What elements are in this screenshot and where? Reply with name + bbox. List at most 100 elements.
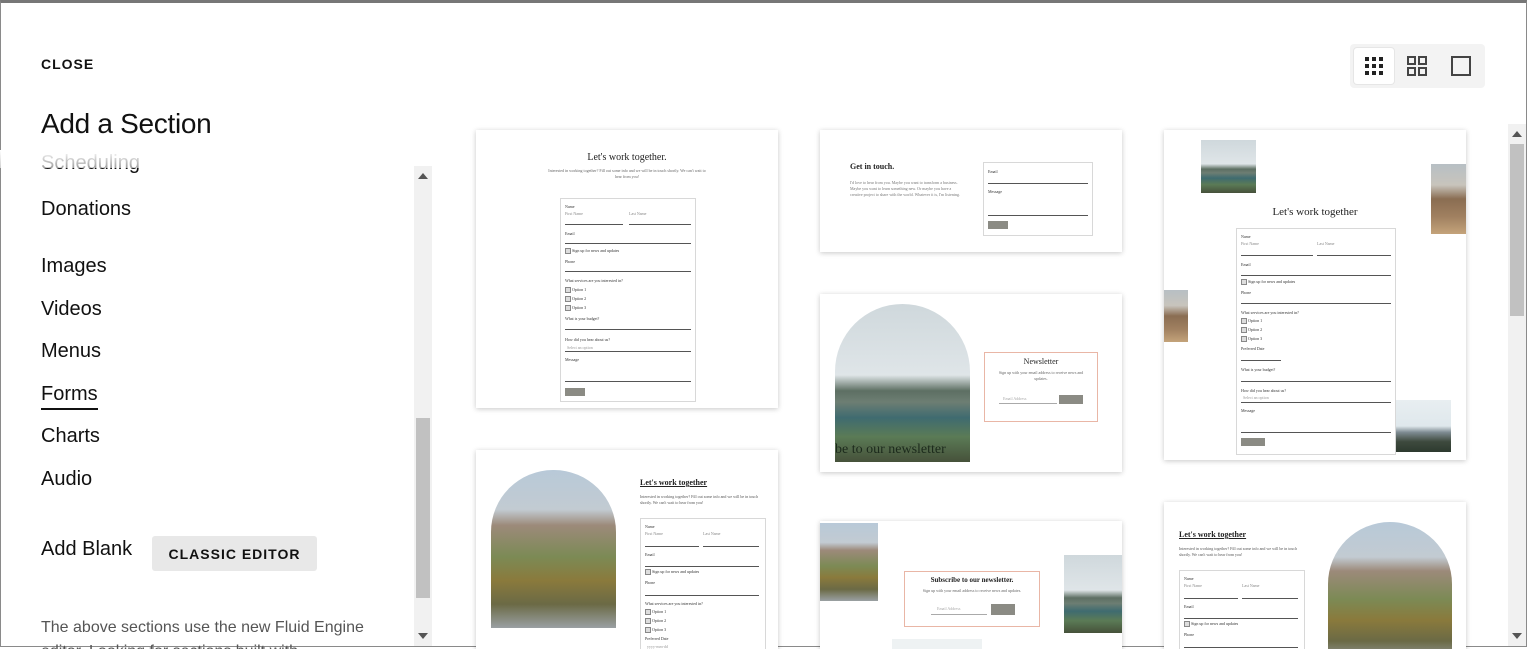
checkbox[interactable] (645, 618, 651, 624)
scroll-down-arrow-icon[interactable] (418, 633, 428, 639)
template-card[interactable]: Let's work together. Interested in worki… (476, 130, 778, 408)
category-images[interactable]: Images (41, 255, 107, 278)
left-scrollbar[interactable] (414, 166, 432, 646)
select-line[interactable] (565, 351, 691, 352)
scrollbar-thumb[interactable] (1510, 144, 1524, 316)
input-line[interactable] (565, 271, 691, 272)
signup-button[interactable] (1059, 395, 1083, 404)
checkbox[interactable] (1241, 327, 1247, 333)
template-card[interactable]: be to our newsletter Newsletter Sign up … (820, 294, 1122, 472)
submit-button[interactable] (1241, 438, 1265, 446)
input-line[interactable] (1184, 598, 1238, 599)
input-line[interactable] (645, 566, 759, 567)
checkbox[interactable] (565, 287, 571, 293)
fence-photo (1431, 164, 1466, 234)
email-input-line[interactable] (931, 614, 987, 615)
classic-editor-button[interactable]: CLASSIC EDITOR (152, 536, 317, 571)
template-card[interactable]: Get in touch. I'd love to hear from you.… (820, 130, 1122, 252)
category-charts[interactable]: Charts (41, 425, 100, 448)
checkbox[interactable] (645, 609, 651, 615)
medium-grid-view-button[interactable] (1397, 48, 1437, 84)
input-line[interactable] (565, 224, 623, 225)
input-line[interactable] (1241, 275, 1391, 276)
input-line[interactable] (988, 183, 1088, 184)
add-blank-button[interactable]: Add Blank (41, 538, 132, 561)
select-line[interactable] (1241, 402, 1391, 403)
form-label: How did you hear about us? (1241, 388, 1286, 393)
input-line[interactable] (565, 381, 691, 382)
category-menus[interactable]: Menus (41, 340, 101, 363)
form-sublabel: First Name (1241, 241, 1259, 246)
form-sublabel: First Name (1184, 583, 1202, 588)
scroll-up-arrow-icon[interactable] (418, 173, 428, 179)
input-line[interactable] (645, 595, 759, 596)
snow-mountain-photo (1396, 400, 1451, 452)
form-box: Name First Name Last Name Email Sign up … (560, 198, 696, 402)
submit-button[interactable] (565, 388, 585, 396)
input-line[interactable] (1242, 598, 1298, 599)
input-line[interactable] (1317, 255, 1391, 256)
form-box: Name First Name Last Name Email Sign up … (1236, 228, 1396, 455)
template-card[interactable]: Subscribe to our newsletter. Sign up wit… (820, 521, 1122, 649)
form-label: Preferred Date (1241, 346, 1265, 351)
template-card[interactable]: Let's work together Interested in workin… (476, 450, 778, 649)
submit-button[interactable] (988, 221, 1008, 229)
fence-photo (1164, 290, 1188, 342)
input-line[interactable] (1241, 432, 1391, 433)
input-line[interactable] (565, 329, 691, 330)
input-line[interactable] (645, 546, 699, 547)
input-line[interactable] (1241, 303, 1391, 304)
checkbox[interactable] (1241, 279, 1247, 285)
date-input-line[interactable] (1241, 360, 1281, 361)
select-placeholder: Select an option (567, 345, 593, 350)
category-audio[interactable]: Audio (41, 468, 92, 491)
form-box: Email Message (983, 162, 1093, 236)
form-label: What is your budget? (1241, 367, 1276, 372)
scroll-down-arrow-icon[interactable] (1512, 633, 1522, 639)
template-card[interactable]: Let's work together Interested in workin… (1164, 502, 1466, 649)
category-forms[interactable]: Forms (41, 383, 98, 410)
checkbox[interactable] (645, 627, 651, 633)
input-line[interactable] (565, 243, 691, 244)
input-line[interactable] (1184, 618, 1298, 619)
signup-button[interactable] (991, 604, 1015, 615)
mountain-lake-photo (835, 304, 970, 462)
template-card[interactable]: Let's work together Name First Name Last… (1164, 130, 1466, 460)
checkbox[interactable] (645, 569, 651, 575)
input-line[interactable] (629, 224, 691, 225)
select-placeholder: Select an option (1243, 395, 1269, 400)
input-line[interactable] (1241, 381, 1391, 382)
lake-photo (1064, 555, 1122, 633)
card-subtitle: Interested in working together? Fill out… (548, 168, 706, 179)
scroll-up-arrow-icon[interactable] (1512, 131, 1522, 137)
card-subtitle: Interested in working together? Fill out… (640, 494, 759, 505)
single-view-button[interactable] (1441, 48, 1481, 84)
checkbox[interactable] (565, 248, 571, 254)
checkbox-label: Option 3 (572, 305, 587, 310)
checkbox[interactable] (1241, 318, 1247, 324)
email-input-line[interactable] (999, 403, 1057, 404)
input-line[interactable] (988, 215, 1088, 216)
small-grid-view-button[interactable] (1354, 48, 1394, 84)
checkbox[interactable] (1184, 621, 1190, 627)
category-donations[interactable]: Donations (41, 198, 131, 221)
scrollbar-thumb[interactable] (416, 418, 430, 598)
checkbox[interactable] (565, 296, 571, 302)
newsletter-subtitle: Sign up with your email address to recei… (922, 588, 1022, 593)
newsletter-title: Subscribe to our newsletter. (930, 576, 1014, 584)
input-line[interactable] (1241, 255, 1313, 256)
category-videos[interactable]: Videos (41, 298, 102, 321)
overlay-text: be to our newsletter (835, 442, 946, 457)
close-button[interactable]: CLOSE (41, 56, 94, 72)
input-line[interactable] (1184, 647, 1298, 648)
form-label: Phone (565, 259, 575, 264)
small-grid-icon (1365, 57, 1383, 75)
checkbox-label: Option 2 (1248, 327, 1263, 332)
checkbox[interactable] (565, 305, 571, 311)
newsletter-box: Subscribe to our newsletter. Sign up wit… (904, 571, 1040, 627)
form-label: Message (565, 357, 579, 362)
input-line[interactable] (703, 546, 759, 547)
medium-grid-icon (1407, 56, 1427, 76)
checkbox[interactable] (1241, 336, 1247, 342)
right-scrollbar[interactable] (1508, 124, 1526, 646)
